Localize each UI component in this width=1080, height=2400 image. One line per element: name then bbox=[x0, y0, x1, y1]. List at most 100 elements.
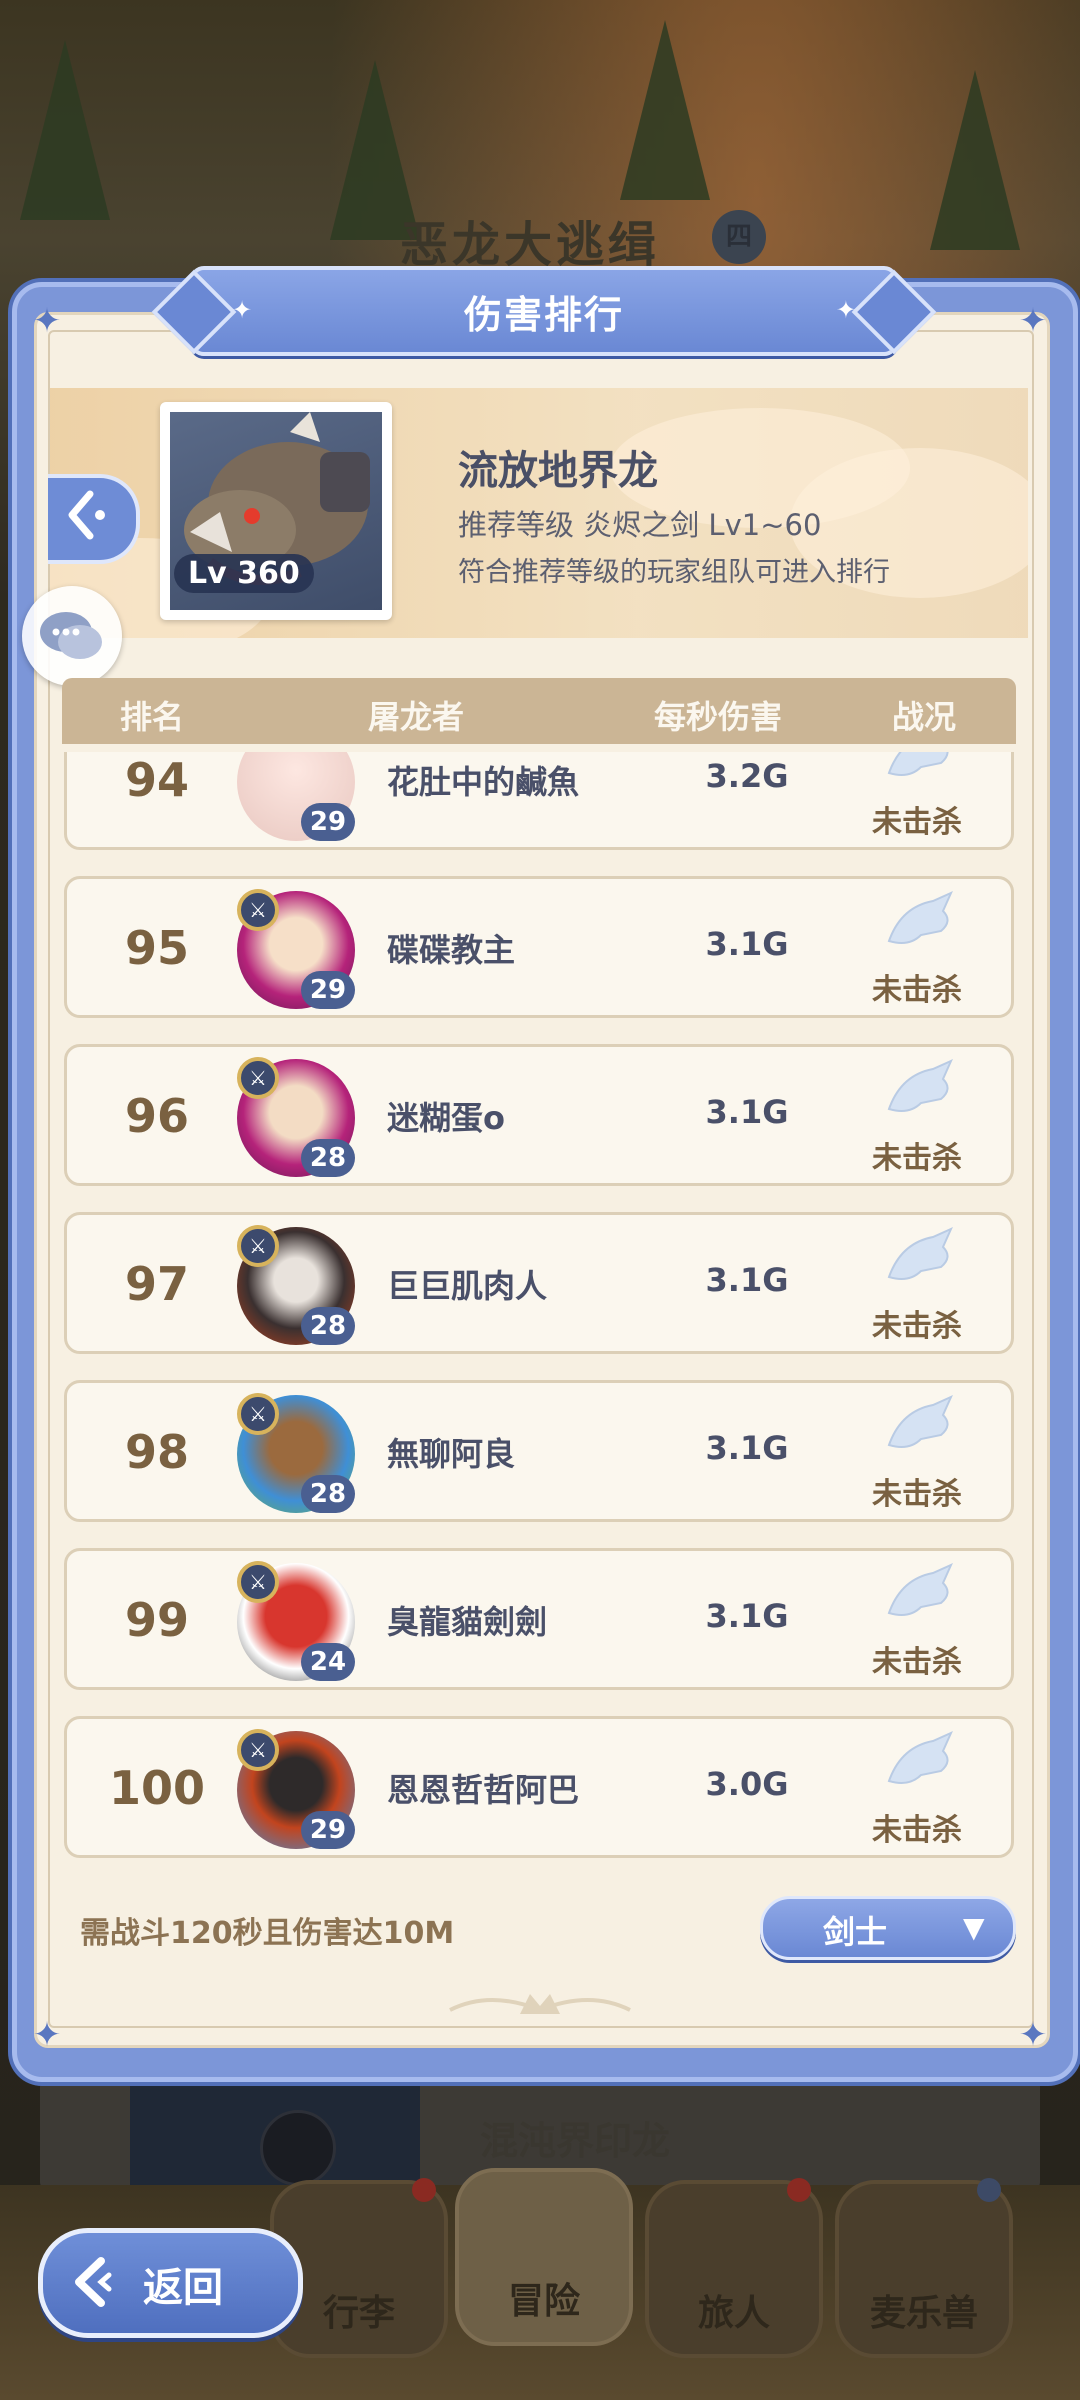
boss-recommendation: 推荐等级 炎烬之剑 Lv1~60 bbox=[458, 508, 822, 542]
player-avatar: ⚔ 29 bbox=[233, 1725, 363, 1851]
title-banner: ✦ 伤害排行 ✦ bbox=[190, 266, 898, 356]
tree-decoration bbox=[620, 20, 710, 200]
table-row[interactable]: 96 ⚔ 28 迷糊蛋o 3.1G 未击杀 bbox=[64, 1044, 1014, 1186]
player-level-badge: 29 bbox=[301, 1811, 355, 1849]
player-avatar: ⚔ 24 bbox=[233, 1557, 363, 1683]
tree-decoration bbox=[930, 70, 1020, 250]
dragon-head-icon bbox=[887, 1563, 953, 1616]
corner-ornament: ✦ bbox=[32, 301, 62, 341]
back-button-label: 返回 bbox=[143, 2265, 223, 2311]
player-avatar: ⚔ 28 bbox=[233, 1053, 363, 1179]
boss-portrait: Lv 360 bbox=[160, 402, 392, 620]
lock-icon bbox=[260, 2110, 336, 2186]
table-row[interactable]: 98 ⚔ 28 無聊阿良 3.1G 未击杀 bbox=[64, 1380, 1014, 1522]
rank-number: 95 bbox=[124, 921, 189, 975]
nav-tab-travelers[interactable]: 旅人 bbox=[645, 2178, 823, 2358]
chat-icon bbox=[40, 612, 102, 659]
corner-ornament: ✦ bbox=[1018, 301, 1048, 341]
player-avatar: ⚔ 28 bbox=[233, 1221, 363, 1347]
dps-value: 3.0G bbox=[705, 1765, 789, 1803]
back-arrow-icon bbox=[75, 2257, 112, 2307]
player-name: 恩恩哲哲阿巴 bbox=[387, 1771, 580, 1809]
corner-ornament: ✦ bbox=[32, 2015, 62, 2055]
table-row[interactable]: 97 ⚔ 28 巨巨肌肉人 3.1G 未击杀 bbox=[64, 1212, 1014, 1354]
player-level-badge: 28 bbox=[301, 1475, 355, 1513]
player-avatar: ⚔ 28 bbox=[233, 1389, 363, 1515]
chat-button[interactable] bbox=[22, 586, 122, 686]
table-row[interactable]: 100 ⚔ 29 恩恩哲哲阿巴 3.0G 未击杀 bbox=[64, 1716, 1014, 1858]
boss-level-badge: Lv 360 bbox=[174, 554, 314, 593]
table-row[interactable]: 95 ⚔ 29 碟碟教主 3.1G 未击杀 bbox=[64, 876, 1014, 1018]
nav-tab-pets[interactable]: 麦乐兽 bbox=[835, 2178, 1013, 2358]
boss-name: 流放地界龙 bbox=[458, 448, 658, 494]
nav-tab-adventure[interactable]: 冒险 bbox=[455, 2168, 633, 2346]
chevron-down-icon: ▼ bbox=[963, 1911, 985, 1944]
dps-value: 3.1G bbox=[705, 1429, 789, 1467]
table-header: 排名 屠龙者 每秒伤害 战况 bbox=[62, 678, 1016, 744]
dragon-head-icon bbox=[887, 1059, 953, 1112]
collapse-side-button[interactable] bbox=[48, 474, 140, 564]
class-filter-dropdown[interactable]: 剑士 ▼ bbox=[760, 1896, 1016, 1960]
sword-badge-icon: ⚔ bbox=[237, 1393, 279, 1435]
kill-status: 未击杀 bbox=[872, 1645, 962, 1680]
rank-number: 99 bbox=[124, 1593, 189, 1647]
kill-status: 未击杀 bbox=[872, 1141, 962, 1176]
kill-status: 未击杀 bbox=[872, 1477, 962, 1512]
event-title: 恶龙大逃缉 bbox=[400, 217, 661, 273]
dps-value: 3.1G bbox=[705, 1093, 789, 1131]
player-level-badge: 28 bbox=[301, 1139, 355, 1177]
rank-number: 100 bbox=[108, 1761, 206, 1815]
player-name: 迷糊蛋o bbox=[387, 1099, 505, 1137]
column-header-player: 屠龙者 bbox=[368, 698, 465, 736]
event-badge: 四 bbox=[712, 210, 766, 264]
table-row[interactable]: 99 ⚔ 24 臭龍貓劍劍 3.1G 未击杀 bbox=[64, 1548, 1014, 1690]
dragon-head-icon bbox=[887, 1227, 953, 1280]
player-level-badge: 24 bbox=[301, 1643, 355, 1681]
notification-dot bbox=[412, 2178, 436, 2202]
column-header-status: 战况 bbox=[892, 698, 957, 736]
ornament-icon bbox=[449, 1994, 631, 2014]
info-badge bbox=[977, 2178, 1001, 2202]
column-header-rank: 排名 bbox=[120, 698, 185, 736]
boss-ranking-note: 符合推荐等级的玩家组队可进入排行 bbox=[458, 557, 890, 588]
player-avatar: 29 bbox=[233, 752, 363, 843]
dragon-head-icon bbox=[887, 1395, 953, 1448]
table-row[interactable]: 94 29 花肚中的鹹魚 3.2G 未击杀 bbox=[64, 752, 1014, 850]
star-icon: ✦ bbox=[835, 296, 856, 324]
dps-value: 3.1G bbox=[705, 925, 789, 963]
dps-value: 3.2G bbox=[705, 757, 789, 795]
dragon-card-title: 混沌界印龙 bbox=[480, 2119, 671, 2163]
player-name: 花肚中的鹹魚 bbox=[387, 763, 580, 801]
rank-number: 96 bbox=[124, 1089, 189, 1143]
dps-value: 3.1G bbox=[705, 1597, 789, 1635]
corner-ornament: ✦ bbox=[1018, 2015, 1048, 2055]
nav-tab-label: 冒险 bbox=[507, 2281, 580, 2322]
sword-badge-icon: ⚔ bbox=[237, 1057, 279, 1099]
star-icon: ✦ bbox=[232, 296, 253, 324]
nav-tab-label: 麦乐兽 bbox=[869, 2293, 978, 2334]
kill-status: 未击杀 bbox=[872, 1813, 962, 1848]
rank-number: 97 bbox=[124, 1257, 189, 1311]
chevron-left-icon bbox=[68, 490, 105, 540]
sword-badge-icon: ⚔ bbox=[237, 1729, 279, 1771]
ranking-requirement: 需战斗120秒且伤害达10M bbox=[80, 1916, 455, 1951]
player-level-badge: 28 bbox=[301, 1307, 355, 1345]
nav-tab-label: 旅人 bbox=[697, 2293, 770, 2334]
player-name: 巨巨肌肉人 bbox=[387, 1267, 548, 1305]
dialog-title: 伤害排行 bbox=[463, 293, 624, 337]
back-button[interactable]: 返回 bbox=[38, 2228, 303, 2338]
player-level-badge: 29 bbox=[301, 803, 355, 841]
dps-value: 3.1G bbox=[705, 1261, 789, 1299]
column-header-dps: 每秒伤害 bbox=[654, 698, 783, 736]
ranking-list[interactable]: 94 29 花肚中的鹹魚 3.2G 未击杀 95 ⚔ 29 碟碟教主 3.1G … bbox=[62, 752, 1022, 1862]
player-level-badge: 29 bbox=[301, 971, 355, 1009]
rank-number: 94 bbox=[124, 753, 189, 807]
player-avatar: ⚔ 29 bbox=[233, 885, 363, 1011]
sword-badge-icon: ⚔ bbox=[237, 889, 279, 931]
dragon-head-icon bbox=[887, 752, 949, 776]
class-filter-value: 剑士 bbox=[823, 1913, 888, 1951]
kill-status: 未击杀 bbox=[872, 805, 962, 840]
notification-dot bbox=[787, 2178, 811, 2202]
dragon-head-icon bbox=[887, 1731, 953, 1784]
tree-decoration bbox=[20, 40, 110, 220]
